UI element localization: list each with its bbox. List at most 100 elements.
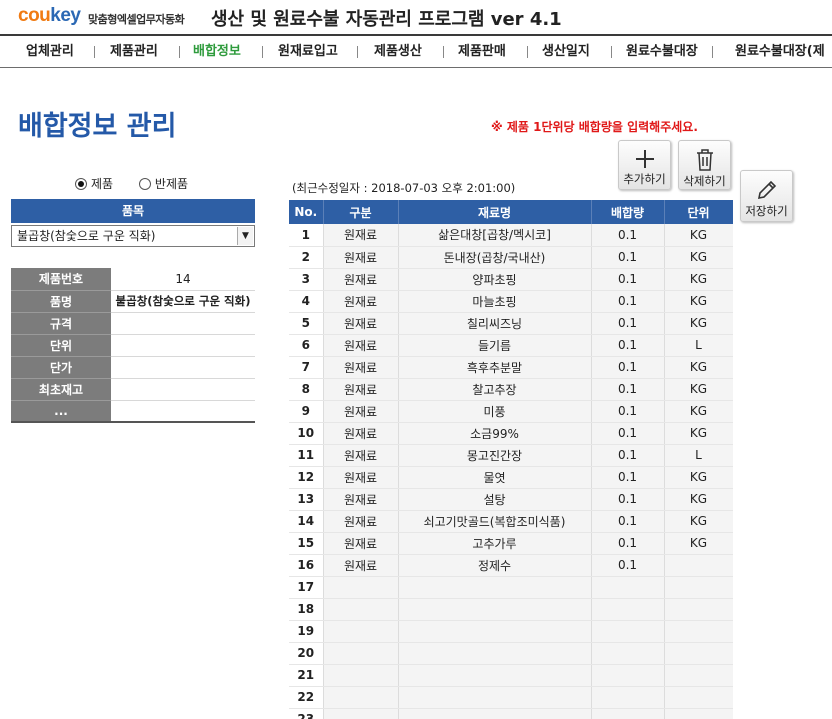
- grid-amount-cell[interactable]: [591, 708, 665, 719]
- menu-item[interactable]: 제품판매: [458, 36, 506, 67]
- menu-item[interactable]: 업체관리: [26, 36, 74, 67]
- grid-no-cell[interactable]: 23: [289, 708, 324, 719]
- radio-product-dot[interactable]: [75, 178, 87, 190]
- grid-amount-cell[interactable]: 0.1: [591, 532, 665, 555]
- grid-amount-cell[interactable]: [591, 664, 665, 687]
- grid-unit-cell[interactable]: L: [664, 334, 733, 357]
- product-info-value[interactable]: [111, 312, 255, 335]
- grid-material-cell[interactable]: [398, 686, 592, 709]
- grid-no-cell[interactable]: 11: [289, 444, 324, 467]
- grid-unit-cell[interactable]: [664, 686, 733, 709]
- grid-amount-cell[interactable]: 0.1: [591, 488, 665, 511]
- grid-no-cell[interactable]: 21: [289, 664, 324, 687]
- table-row[interactable]: 1 원재료 삶은대창[곱창/멕시코] 0.1 KG: [289, 224, 733, 247]
- grid-type-cell[interactable]: 원재료: [323, 356, 399, 379]
- grid-material-cell[interactable]: 쇠고기맛골드(복합조미식품): [398, 510, 592, 533]
- grid-unit-cell[interactable]: KG: [664, 510, 733, 533]
- grid-no-cell[interactable]: 6: [289, 334, 324, 357]
- grid-unit-cell[interactable]: [664, 642, 733, 665]
- grid-type-cell[interactable]: [323, 620, 399, 643]
- grid-amount-cell[interactable]: [591, 598, 665, 621]
- grid-amount-cell[interactable]: 0.1: [591, 466, 665, 489]
- grid-no-cell[interactable]: 18: [289, 598, 324, 621]
- grid-no-cell[interactable]: 22: [289, 686, 324, 709]
- grid-amount-cell[interactable]: [591, 620, 665, 643]
- grid-material-cell[interactable]: 설탕: [398, 488, 592, 511]
- table-row[interactable]: 20: [289, 642, 733, 665]
- grid-type-cell[interactable]: 원재료: [323, 246, 399, 269]
- delete-button[interactable]: 삭제하기: [678, 140, 731, 190]
- grid-material-cell[interactable]: 고추가루: [398, 532, 592, 555]
- grid-amount-cell[interactable]: 0.1: [591, 312, 665, 335]
- table-row[interactable]: 22: [289, 686, 733, 709]
- grid-unit-cell[interactable]: KG: [664, 246, 733, 269]
- grid-no-cell[interactable]: 12: [289, 466, 324, 489]
- grid-type-cell[interactable]: 원재료: [323, 422, 399, 445]
- grid-no-cell[interactable]: 14: [289, 510, 324, 533]
- grid-unit-cell[interactable]: KG: [664, 488, 733, 511]
- table-row[interactable]: 5 원재료 칠리씨즈닝 0.1 KG: [289, 312, 733, 335]
- grid-material-cell[interactable]: 칠리씨즈닝: [398, 312, 592, 335]
- grid-material-cell[interactable]: [398, 576, 592, 599]
- grid-no-cell[interactable]: 2: [289, 246, 324, 269]
- menu-item[interactable]: 원재료입고: [278, 36, 338, 67]
- grid-type-cell[interactable]: 원재료: [323, 334, 399, 357]
- grid-material-cell[interactable]: 물엿: [398, 466, 592, 489]
- grid-no-cell[interactable]: 13: [289, 488, 324, 511]
- grid-amount-cell[interactable]: 0.1: [591, 554, 665, 577]
- table-row[interactable]: 21: [289, 664, 733, 687]
- grid-amount-cell[interactable]: 0.1: [591, 356, 665, 379]
- table-row[interactable]: 7 원재료 흑후추분말 0.1 KG: [289, 356, 733, 379]
- grid-amount-cell[interactable]: 0.1: [591, 444, 665, 467]
- grid-no-cell[interactable]: 5: [289, 312, 324, 335]
- grid-type-cell[interactable]: 원재료: [323, 466, 399, 489]
- grid-type-cell[interactable]: 원재료: [323, 268, 399, 291]
- grid-type-cell[interactable]: 원재료: [323, 400, 399, 423]
- grid-type-cell[interactable]: [323, 576, 399, 599]
- grid-material-cell[interactable]: 몽고진간장: [398, 444, 592, 467]
- grid-amount-cell[interactable]: 0.1: [591, 290, 665, 313]
- grid-material-cell[interactable]: 양파초핑: [398, 268, 592, 291]
- table-row[interactable]: 13 원재료 설탕 0.1 KG: [289, 488, 733, 511]
- grid-unit-cell[interactable]: KG: [664, 268, 733, 291]
- table-row[interactable]: 17: [289, 576, 733, 599]
- product-info-value[interactable]: [111, 334, 255, 357]
- grid-type-cell[interactable]: [323, 708, 399, 719]
- grid-unit-cell[interactable]: KG: [664, 466, 733, 489]
- grid-material-cell[interactable]: [398, 708, 592, 719]
- grid-amount-cell[interactable]: 0.1: [591, 224, 665, 247]
- grid-material-cell[interactable]: 찰고추장: [398, 378, 592, 401]
- grid-unit-cell[interactable]: [664, 664, 733, 687]
- grid-material-cell[interactable]: 정제수: [398, 554, 592, 577]
- grid-no-cell[interactable]: 7: [289, 356, 324, 379]
- grid-amount-cell[interactable]: 0.1: [591, 246, 665, 269]
- grid-unit-cell[interactable]: [664, 708, 733, 719]
- product-info-value[interactable]: [111, 378, 255, 401]
- grid-unit-cell[interactable]: [664, 598, 733, 621]
- grid-no-cell[interactable]: 19: [289, 620, 324, 643]
- grid-unit-cell[interactable]: KG: [664, 290, 733, 313]
- grid-unit-cell[interactable]: [664, 620, 733, 643]
- grid-type-cell[interactable]: 원재료: [323, 378, 399, 401]
- grid-no-cell[interactable]: 3: [289, 268, 324, 291]
- table-row[interactable]: 15 원재료 고추가루 0.1 KG: [289, 532, 733, 555]
- grid-material-cell[interactable]: 미풍: [398, 400, 592, 423]
- grid-material-cell[interactable]: [398, 620, 592, 643]
- grid-amount-cell[interactable]: [591, 576, 665, 599]
- table-row[interactable]: 6 원재료 들기름 0.1 L: [289, 334, 733, 357]
- table-row[interactable]: 4 원재료 마늘초핑 0.1 KG: [289, 290, 733, 313]
- grid-no-cell[interactable]: 15: [289, 532, 324, 555]
- grid-unit-cell[interactable]: L: [664, 444, 733, 467]
- grid-unit-cell[interactable]: KG: [664, 378, 733, 401]
- table-row[interactable]: 10 원재료 소금99% 0.1 KG: [289, 422, 733, 445]
- table-row[interactable]: 23: [289, 708, 733, 719]
- grid-material-cell[interactable]: 소금99%: [398, 422, 592, 445]
- add-button[interactable]: 추가하기: [618, 140, 671, 190]
- grid-unit-cell[interactable]: KG: [664, 422, 733, 445]
- grid-amount-cell[interactable]: 0.1: [591, 400, 665, 423]
- table-row[interactable]: 2 원재료 돈내장(곱창/국내산) 0.1 KG: [289, 246, 733, 269]
- grid-type-cell[interactable]: [323, 686, 399, 709]
- menu-item[interactable]: 생산일지: [542, 36, 590, 67]
- menu-item[interactable]: 제품관리: [110, 36, 158, 67]
- chevron-down-icon[interactable]: ▼: [237, 227, 253, 245]
